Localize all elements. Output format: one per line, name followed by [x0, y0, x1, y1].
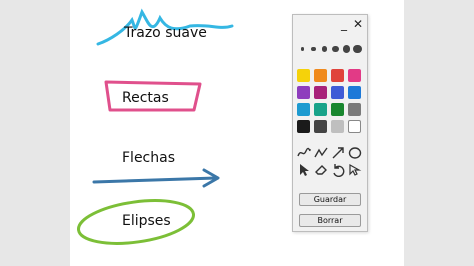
color-swatch[interactable]: [314, 120, 327, 133]
right-margin: [404, 0, 474, 266]
color-swatch[interactable]: [297, 86, 310, 99]
color-swatch[interactable]: [297, 120, 310, 133]
undo-icon[interactable]: [331, 162, 345, 178]
palette-titlebar[interactable]: _ ✕: [293, 15, 369, 35]
stroke-size-row: [298, 43, 364, 55]
color-swatch[interactable]: [297, 103, 310, 116]
label-arrows: Flechas: [122, 150, 175, 166]
drawing-canvas[interactable]: Trazo suave Rectas Flechas Elipses _ ✕ G…: [70, 0, 404, 266]
freehand-icon[interactable]: [297, 145, 311, 159]
select-icon[interactable]: [348, 162, 362, 176]
color-swatch[interactable]: [348, 120, 361, 133]
stroke-size-6[interactable]: [353, 44, 362, 54]
stroke-size-5[interactable]: [342, 45, 351, 53]
color-swatch[interactable]: [348, 103, 361, 116]
pointer-icon[interactable]: [297, 162, 311, 176]
color-swatch[interactable]: [348, 86, 361, 99]
color-swatch[interactable]: [331, 86, 344, 99]
color-swatch[interactable]: [314, 86, 327, 99]
label-smooth: Trazo suave: [124, 25, 207, 41]
stroke-size-1[interactable]: [300, 47, 305, 51]
color-swatch[interactable]: [331, 69, 344, 82]
eraser-icon[interactable]: [314, 162, 328, 176]
left-margin: [0, 0, 70, 266]
ellipse-icon[interactable]: [348, 145, 362, 159]
color-swatch[interactable]: [314, 103, 327, 116]
polyline-icon[interactable]: [314, 145, 328, 159]
color-swatch[interactable]: [348, 69, 361, 82]
stroke-size-3[interactable]: [321, 46, 328, 52]
stroke-size-2[interactable]: [311, 46, 316, 52]
color-swatch[interactable]: [331, 120, 344, 133]
arrow-icon[interactable]: [331, 145, 345, 159]
clear-button[interactable]: Borrar: [299, 214, 361, 227]
arrow-shape: [92, 176, 218, 184]
minimize-button[interactable]: _: [337, 17, 351, 31]
pen-palette: _ ✕ Guardar Borrar: [292, 14, 368, 232]
stroke-size-4[interactable]: [332, 45, 339, 53]
color-swatch[interactable]: [331, 103, 344, 116]
label-ellipses: Elipses: [122, 213, 171, 229]
color-swatch[interactable]: [314, 69, 327, 82]
close-button[interactable]: ✕: [351, 17, 365, 31]
color-swatch[interactable]: [297, 69, 310, 82]
label-lines: Rectas: [122, 90, 169, 106]
save-button[interactable]: Guardar: [299, 193, 361, 206]
